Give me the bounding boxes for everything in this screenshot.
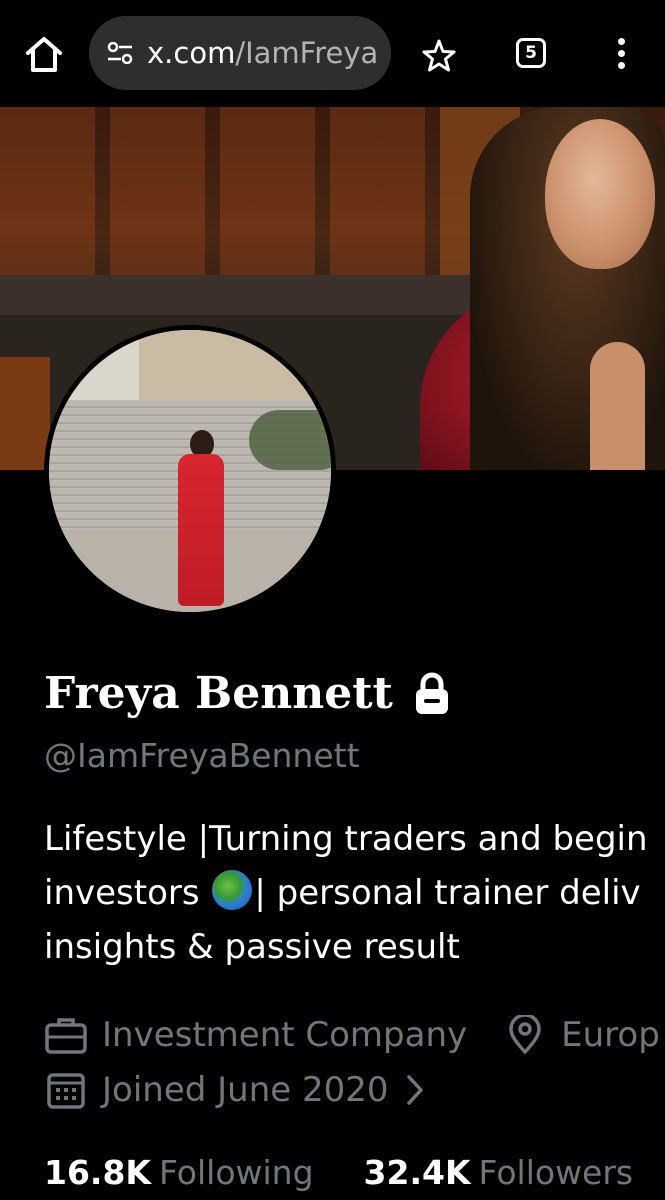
follow-stats: 16.8K Following 32.4K Followers	[44, 1150, 633, 1196]
following-label: Following	[159, 1153, 314, 1192]
display-name: Freya Bennett	[44, 668, 393, 719]
tabs-icon[interactable]: 5	[516, 38, 546, 68]
profile-name-row: Freya Bennett	[44, 666, 452, 722]
profile-bio: Lifestyle |Turning traders and begin inv…	[44, 812, 665, 974]
address-bar[interactable]: x.com/IamFreya	[89, 16, 391, 90]
url-domain: x.com	[147, 36, 236, 70]
bookmark-star-icon[interactable]	[421, 38, 457, 74]
profile-meta-row: Investment Company Europ	[44, 1011, 665, 1057]
profile-category: Investment Company	[102, 1014, 468, 1055]
url-text[interactable]: x.com/IamFreya	[147, 35, 379, 71]
browser-toolbar: x.com/IamFreya 5	[0, 0, 665, 107]
bio-line-3: insights & passive result	[44, 927, 460, 967]
lock-icon	[415, 672, 448, 714]
followers-label: Followers	[478, 1153, 634, 1192]
joined-date: Joined June 2020	[102, 1069, 389, 1110]
profile-joined-row[interactable]: Joined June 2020	[44, 1066, 425, 1112]
bio-line-2-text: investors	[44, 873, 200, 913]
location-text: Europ	[561, 1015, 660, 1056]
bio-line-2: investors | personal trainer deliv	[44, 866, 665, 920]
tab-count: 5	[525, 43, 537, 63]
url-path: /IamFreya	[235, 36, 379, 70]
bio-line-2-rest: | personal trainer deliv	[254, 873, 641, 913]
followers-count: 32.4K	[363, 1153, 471, 1192]
profile-location: Europ	[503, 1012, 660, 1058]
bio-line-1: Lifestyle |Turning traders and begin	[44, 819, 648, 859]
location-pin-icon	[509, 1015, 541, 1055]
chevron-right-icon[interactable]	[405, 1073, 425, 1107]
menu-icon[interactable]	[610, 38, 632, 74]
followers-link[interactable]: 32.4K Followers	[364, 1150, 634, 1196]
site-settings-icon[interactable]	[107, 42, 133, 64]
following-link[interactable]: 16.8K Following	[44, 1150, 314, 1196]
profile-avatar[interactable]	[44, 325, 336, 617]
following-count: 16.8K	[44, 1153, 151, 1192]
calendar-icon	[47, 1072, 85, 1109]
home-icon[interactable]	[22, 32, 66, 76]
briefcase-icon	[45, 1017, 87, 1054]
globe-emoji-icon	[212, 870, 253, 910]
profile-handle: @IamFreyaBennett	[44, 736, 360, 775]
